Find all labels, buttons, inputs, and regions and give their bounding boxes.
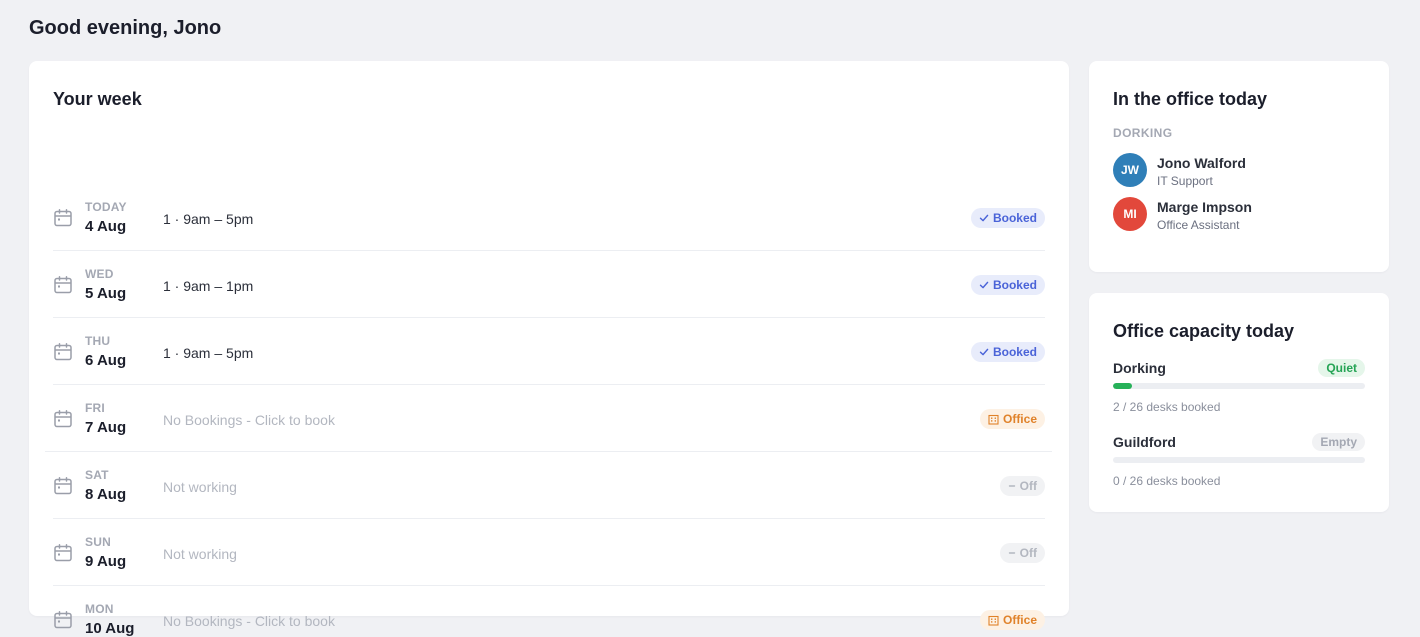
office-capacity-card: Office capacity today Dorking Quiet 2 / …: [1089, 293, 1389, 512]
day-date: 5 Aug: [85, 285, 127, 302]
desks-booked-text: 0 / 26 desks booked: [1113, 474, 1221, 488]
status-badge-label: Office: [1002, 613, 1037, 627]
calendar-icon: [53, 275, 73, 295]
day-name: MON: [85, 602, 114, 616]
day-date: 7 Aug: [85, 419, 127, 436]
status-badge: Office: [979, 610, 1045, 630]
day-booking-detail: 1 · 9am – 5pm: [163, 211, 254, 227]
person-name: Marge Impson: [1157, 199, 1252, 215]
capacity-bar: [1113, 457, 1365, 463]
day-booking-detail[interactable]: No Bookings - Click to book: [163, 613, 335, 629]
status-badge-label: Office: [1002, 412, 1037, 426]
building-icon: [988, 414, 999, 425]
day-row-mon[interactable]: MON 10 Aug No Bookings - Click to book Offi…: [53, 586, 1045, 637]
building-icon: [988, 615, 999, 626]
status-badge: Office: [979, 409, 1045, 429]
person-row[interactable]: JW Jono Walford IT Support: [1113, 153, 1363, 189]
office-capacity-title: Office capacity today: [1113, 321, 1295, 341]
calendar-icon: [53, 543, 73, 563]
status-badge: Booked: [970, 342, 1045, 362]
day-row-fri[interactable]: FRI 7 Aug No Bookings - Click to book Offic…: [45, 385, 1052, 452]
check-icon: [979, 347, 989, 357]
day-name: THU: [85, 334, 111, 348]
your-week-card: Your week TODAY 4 Aug 1 · 9am – 5pm Booked W…: [29, 61, 1069, 637]
day-date: 10 Aug: [85, 620, 135, 637]
day-date: 6 Aug: [85, 352, 127, 369]
day-name: FRI: [85, 401, 105, 415]
status-badge-label: Booked: [992, 278, 1037, 292]
day-name: TODAY: [85, 200, 127, 214]
check-icon: [979, 213, 989, 223]
day-date: 4 Aug: [85, 218, 127, 235]
day-name: SUN: [85, 535, 111, 549]
day-booking-detail: Not working: [163, 546, 237, 562]
status-badge: Booked: [970, 208, 1045, 228]
day-row-wed[interactable]: WED 5 Aug 1 · 9am – 1pm Booked: [53, 251, 1045, 318]
day-row-today[interactable]: TODAY 4 Aug 1 · 9am – 5pm Booked: [53, 184, 1045, 251]
person-role: Office Assistant: [1157, 218, 1240, 232]
check-icon: [979, 280, 989, 290]
calendar-icon: [53, 208, 73, 228]
office-location-label: DORKING: [1113, 126, 1173, 140]
person-row[interactable]: MI Marge Impson Office Assistant: [1113, 197, 1363, 233]
status-badge-label: Off: [1019, 479, 1037, 493]
capacity-bar-fill: [1113, 383, 1133, 389]
desks-booked-text: 2 / 26 desks booked: [1113, 400, 1221, 414]
capacity-bar: [1113, 383, 1365, 389]
office-capacity-item[interactable]: Dorking Quiet 2 / 26 desks booked: [1113, 359, 1365, 420]
calendar-icon: [53, 342, 73, 362]
day-row-sat[interactable]: SAT 8 Aug Not working Off: [53, 452, 1045, 519]
status-badge-label: Booked: [992, 345, 1037, 359]
day-date: 8 Aug: [85, 486, 127, 503]
office-name: Guildford: [1113, 434, 1176, 450]
day-booking-detail[interactable]: No Bookings - Click to book: [163, 412, 335, 428]
office-name: Dorking: [1113, 360, 1166, 376]
your-week-title: Your week: [53, 89, 142, 109]
day-row-sun[interactable]: SUN 9 Aug Not working Off: [53, 519, 1045, 586]
person-role: IT Support: [1157, 174, 1213, 188]
day-booking-detail: 1 · 9am – 1pm: [163, 278, 254, 294]
day-booking-detail: 1 · 9am – 5pm: [163, 345, 254, 361]
calendar-icon: [53, 610, 73, 630]
day-booking-detail: Not working: [163, 479, 237, 495]
day-row-thu[interactable]: THU 6 Aug 1 · 9am – 5pm Booked: [53, 318, 1045, 385]
minus-icon: [1008, 549, 1016, 557]
status-badge-label: Off: [1019, 546, 1037, 560]
status-badge: Off: [999, 476, 1045, 496]
office-capacity-item[interactable]: Guildford Empty 0 / 26 desks booked: [1113, 433, 1365, 494]
person-name: Jono Walford: [1157, 155, 1246, 171]
calendar-icon: [53, 476, 73, 496]
capacity-status-badge: Empty: [1312, 433, 1365, 451]
day-name: WED: [85, 267, 114, 281]
status-badge-label: Booked: [992, 211, 1037, 225]
minus-icon: [1008, 482, 1016, 490]
in-office-today-card: In the office today DORKING JW Jono Walf…: [1089, 61, 1389, 272]
calendar-icon: [53, 409, 73, 429]
in-office-title: In the office today: [1113, 89, 1268, 109]
greeting-heading: Good evening, Jono: [29, 17, 222, 39]
day-name: SAT: [85, 468, 109, 482]
avatar: JW: [1113, 153, 1147, 187]
avatar: MI: [1113, 197, 1147, 231]
capacity-status-badge: Quiet: [1318, 359, 1365, 377]
status-badge: Booked: [970, 275, 1045, 295]
week-day-list: TODAY 4 Aug 1 · 9am – 5pm Booked WED 5 Aug 1 ·…: [45, 184, 1052, 637]
day-date: 9 Aug: [85, 553, 127, 570]
status-badge: Off: [999, 543, 1045, 563]
